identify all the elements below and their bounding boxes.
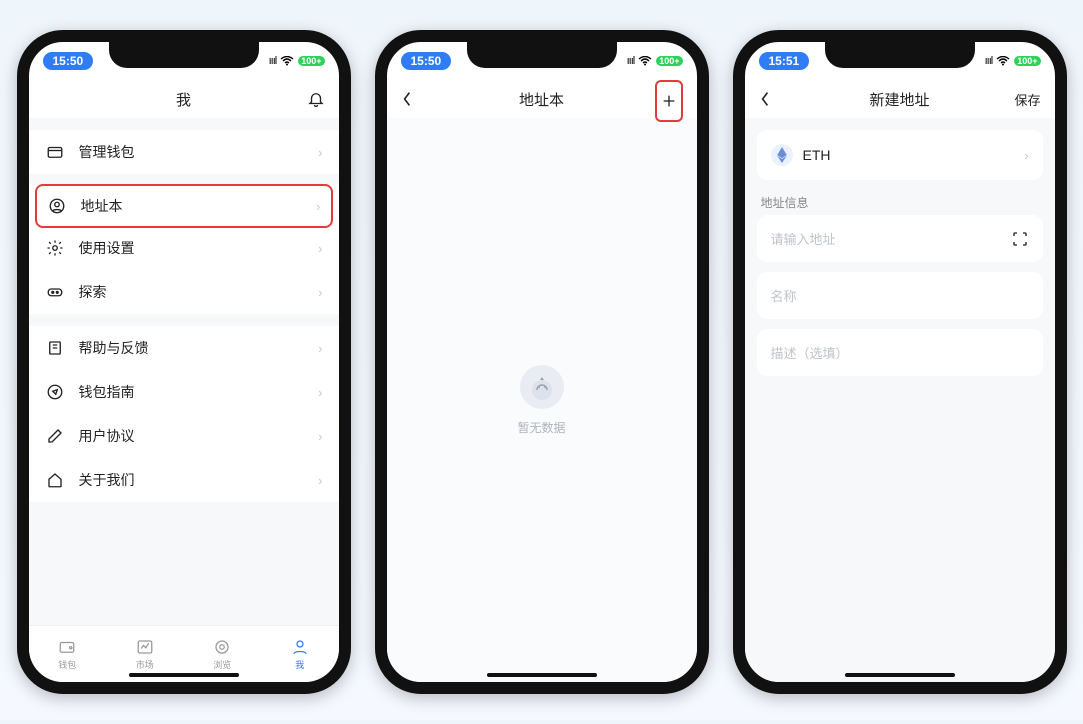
notch [825, 42, 975, 68]
phone-address-book-screen: 15:50 ıııl 100+ 地址本 暂无数据 [375, 30, 709, 694]
page-title: 我 [176, 89, 191, 110]
eth-icon [771, 144, 793, 166]
name-placeholder: 名称 [771, 286, 797, 305]
notch [467, 42, 617, 68]
description-placeholder: 描述（选填） [771, 343, 849, 362]
row-label: 用户协议 [79, 426, 319, 446]
battery-icon: 100+ [298, 56, 324, 66]
home-indicator[interactable] [487, 673, 597, 677]
notch [109, 42, 259, 68]
row-about[interactable]: 关于我们 › [29, 458, 339, 502]
empty-text: 暂无数据 [517, 419, 565, 436]
signal-icon: ıııl [627, 55, 635, 67]
chevron-right-icon: › [318, 285, 322, 300]
wallet-icon [45, 143, 65, 161]
chevron-right-icon: › [318, 429, 322, 444]
row-label: 帮助与反馈 [79, 338, 319, 358]
scan-icon[interactable] [1011, 230, 1029, 248]
row-settings[interactable]: 使用设置 › [29, 226, 339, 270]
gear-icon [45, 239, 65, 257]
book-icon [45, 339, 65, 357]
row-label: 探索 [79, 282, 319, 302]
bell-icon[interactable] [307, 80, 325, 118]
empty-illustration-icon [520, 365, 564, 409]
page-title: 地址本 [519, 89, 564, 110]
wifi-icon [996, 56, 1010, 66]
tab-me[interactable]: 我 [290, 638, 310, 671]
tab-label: 钱包 [58, 658, 76, 671]
back-button[interactable] [401, 80, 413, 118]
home-indicator[interactable] [129, 673, 239, 677]
header: 地址本 [387, 80, 697, 118]
tab-label: 浏览 [213, 658, 231, 671]
chevron-right-icon: › [318, 341, 322, 356]
row-manage-wallet[interactable]: 管理钱包 › [29, 130, 339, 174]
battery-icon: 100+ [1014, 56, 1040, 66]
home-indicator[interactable] [845, 673, 955, 677]
address-list-empty: 暂无数据 [387, 118, 697, 682]
edit-icon [45, 427, 65, 445]
save-button[interactable]: 保存 [1014, 80, 1040, 118]
row-label: 关于我们 [79, 470, 319, 490]
row-label: 管理钱包 [79, 142, 319, 162]
row-agreement[interactable]: 用户协议 › [29, 414, 339, 458]
battery-icon: 100+ [656, 56, 682, 66]
row-guide[interactable]: 钱包指南 › [29, 370, 339, 414]
add-button[interactable] [655, 80, 683, 122]
header: 我 [29, 80, 339, 118]
tab-browse[interactable]: 浏览 [212, 638, 232, 671]
tab-market[interactable]: 市场 [135, 638, 155, 671]
home-icon [45, 471, 65, 489]
wifi-icon [638, 56, 652, 66]
status-time: 15:50 [43, 52, 94, 70]
phone-me-screen: 15:50 ıııl 100+ 我 管理钱包 › [17, 30, 351, 694]
compass-icon [45, 383, 65, 401]
chevron-right-icon: › [318, 241, 322, 256]
row-label: 使用设置 [79, 238, 319, 258]
name-input[interactable]: 名称 [757, 272, 1043, 319]
tab-label: 市场 [136, 658, 154, 671]
chevron-right-icon: › [318, 385, 322, 400]
row-help[interactable]: 帮助与反馈 › [29, 326, 339, 370]
status-time: 15:50 [401, 52, 452, 70]
row-label: 地址本 [81, 196, 317, 216]
coin-label: ETH [803, 147, 1025, 163]
address-placeholder: 请输入地址 [771, 229, 1011, 248]
page-title: 新建地址 [869, 89, 929, 110]
row-explore[interactable]: 探索 › [29, 270, 339, 314]
signal-icon: ıııl [269, 55, 277, 67]
signal-icon: ıııl [985, 55, 993, 67]
chevron-right-icon: › [318, 145, 322, 160]
section-label: 地址信息 [745, 180, 1055, 215]
chevron-right-icon: › [316, 199, 320, 214]
chevron-right-icon: › [1024, 148, 1028, 163]
row-label: 钱包指南 [79, 382, 319, 402]
tab-label: 我 [295, 658, 304, 671]
description-input[interactable]: 描述（选填） [757, 329, 1043, 376]
tab-wallet[interactable]: 钱包 [57, 638, 77, 671]
header: 新建地址 保存 [745, 80, 1055, 118]
chevron-right-icon: › [318, 473, 322, 488]
wifi-icon [280, 56, 294, 66]
goggles-icon [45, 283, 65, 301]
coin-selector[interactable]: ETH › [757, 130, 1043, 180]
address-input[interactable]: 请输入地址 [757, 215, 1043, 262]
row-address-book[interactable]: 地址本 › [35, 184, 333, 228]
phone-new-address-screen: 15:51 ıııl 100+ 新建地址 保存 ETH › 地址信息 [733, 30, 1067, 694]
status-time: 15:51 [759, 52, 810, 70]
new-address-form: ETH › 地址信息 请输入地址 名称 描述（选填） [745, 118, 1055, 682]
settings-list: 管理钱包 › 地址本 › 使用设置 › 探索 › [29, 118, 339, 625]
user-circle-icon [47, 197, 67, 215]
back-button[interactable] [759, 80, 771, 118]
